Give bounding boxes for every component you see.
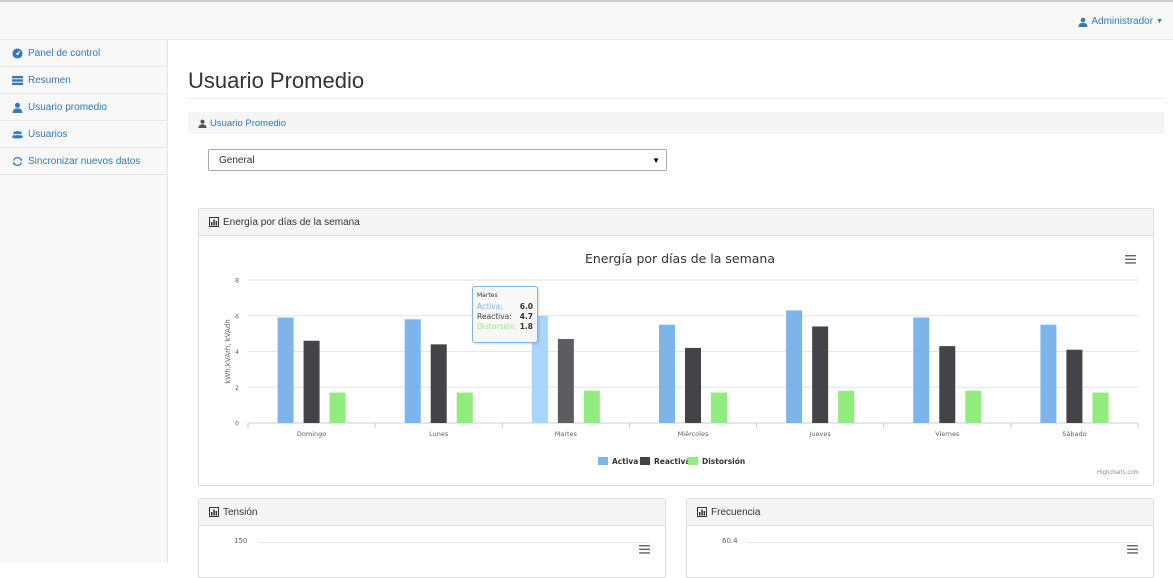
sidebar-item-usuarios[interactable]: Usuarios <box>0 121 167 148</box>
bar-chart-icon <box>209 217 219 227</box>
tooltip-row-distorsion: Distorsión: 1.8 <box>477 322 533 332</box>
panel-heading: Frecuencia <box>687 499 1153 526</box>
tooltip-value: 4.7 <box>519 312 533 321</box>
user-group-select[interactable]: General ▼ <box>208 149 667 171</box>
main-content: Usuario Promedio Usuario Promedio Genera… <box>168 40 1173 578</box>
tooltip-label: Activa: <box>477 302 503 311</box>
bar-chart-icon <box>697 507 707 517</box>
sidebar-item-usuario-promedio[interactable]: Usuario promedio <box>0 94 167 121</box>
gridline <box>747 542 1137 543</box>
tooltip-value: 6.0 <box>519 302 533 311</box>
top-navbar: Administrador ▼ <box>0 0 1173 40</box>
select-value: General <box>219 154 255 166</box>
frecuencia-panel: Frecuencia 60.4 <box>686 498 1154 578</box>
dashboard-icon <box>12 47 23 59</box>
energy-panel: Energía por días de la semana <box>198 208 1154 486</box>
caret-down-icon: ▼ <box>652 156 660 165</box>
refresh-icon <box>12 156 23 166</box>
tooltip-value: 1.8 <box>519 322 533 331</box>
tooltip-row-activa: Activa: 6.0 <box>477 302 533 312</box>
sidebar-item-resumen[interactable]: Resumen <box>0 67 167 94</box>
y-tick-label: 150 <box>234 537 248 545</box>
sidebar-item-label: Usuario promedio <box>28 101 107 113</box>
gridline <box>259 542 649 543</box>
list-icon <box>12 75 23 85</box>
panel-heading-text: Energía por días de la semana <box>223 216 360 228</box>
page-title: Usuario Promedio <box>188 68 365 93</box>
panel-heading: Tensión <box>199 499 665 526</box>
hamburger-menu-icon[interactable] <box>639 545 650 554</box>
sidebar-item-label: Sincronizar nuevos datos <box>28 155 141 167</box>
sidebar-item-panel-de-control[interactable]: Panel de control <box>0 40 167 67</box>
user-icon <box>12 102 23 113</box>
title-divider <box>188 98 1165 99</box>
panel-heading-text: Tensión <box>223 506 258 518</box>
breadcrumb-link[interactable]: Usuario Promedio <box>210 118 286 129</box>
tension-panel: Tensión 150 <box>198 498 666 578</box>
chart-title: Energía por días de la semana <box>584 251 776 266</box>
tooltip-label: Reactiva: <box>477 312 512 321</box>
sidebar-item-label: Usuarios <box>28 128 68 140</box>
y-tick-label: 60.4 <box>722 537 738 545</box>
chart-tooltip: Martes Activa: 6.0 Reactiva: 4.7 Distors… <box>472 286 538 343</box>
tooltip-row-reactiva: Reactiva: 4.7 <box>477 312 533 322</box>
chart-credit[interactable]: Highcharts.com <box>1097 470 1139 476</box>
users-icon <box>12 130 23 138</box>
panel-heading: Energía por días de la semana <box>199 209 1153 236</box>
user-icon <box>198 119 207 128</box>
bar-chart-icon <box>209 507 219 517</box>
caret-down-icon: ▼ <box>1156 18 1163 25</box>
tooltip-title: Martes <box>477 292 498 299</box>
sidebar-item-sincronizar[interactable]: Sincronizar nuevos datos <box>0 148 167 175</box>
user-menu[interactable]: Administrador ▼ <box>1078 16 1163 27</box>
sidebar-item-label: Resumen <box>28 74 71 86</box>
hamburger-menu-icon[interactable] <box>1127 545 1138 554</box>
hamburger-menu-icon[interactable] <box>1125 255 1136 264</box>
user-menu-label: Administrador <box>1091 16 1154 27</box>
breadcrumb: Usuario Promedio <box>188 112 1165 134</box>
user-icon <box>1078 17 1088 27</box>
sidebar: Panel de control Resumen Usuario promedi… <box>0 40 168 563</box>
panel-heading-text: Frecuencia <box>711 506 761 518</box>
tooltip-label: Distorsión: <box>477 322 518 331</box>
sidebar-item-label: Panel de control <box>28 47 101 59</box>
